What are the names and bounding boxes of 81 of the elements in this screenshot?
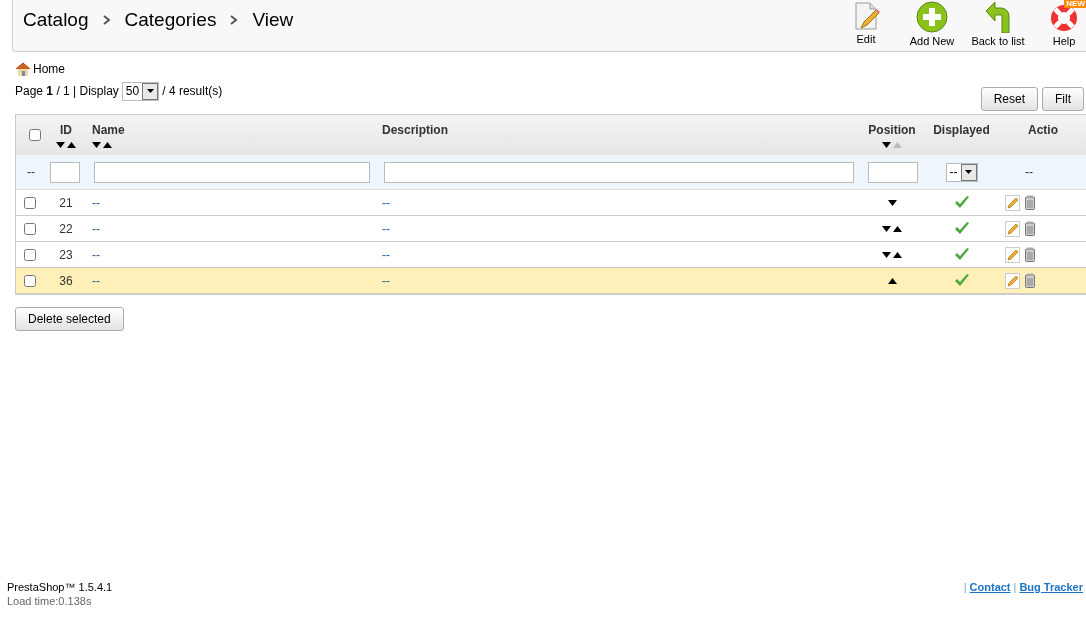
table-cell-text: -- xyxy=(381,221,391,236)
position-filter-field[interactable] xyxy=(868,161,918,183)
chevron-icon xyxy=(102,15,111,25)
trash-icon[interactable] xyxy=(1025,195,1035,210)
filter-cell-text: -- xyxy=(1024,165,1034,179)
breadcrumb-item[interactable]: Categories xyxy=(124,9,217,31)
table-cell-text: -- xyxy=(381,273,391,288)
load-time-text: Load time:0.138s xyxy=(7,595,93,607)
breadcrumb-item: View xyxy=(252,9,294,31)
row-checkbox[interactable] xyxy=(24,222,36,235)
version-text: PrestaShop™ 1.5.4.1 xyxy=(7,581,113,593)
id-filter-field[interactable] xyxy=(50,161,80,183)
table-cell-text: 36 xyxy=(58,273,74,288)
sort-down-icon[interactable] xyxy=(92,141,101,148)
sort-down-icon[interactable] xyxy=(882,141,891,148)
pencil-icon[interactable] xyxy=(1005,246,1020,263)
pagination-text: Page 1 / 1 | Display xyxy=(15,84,119,98)
table-cell-text: 22 xyxy=(58,221,74,236)
per-page-select[interactable]: 50 xyxy=(121,81,160,101)
footer-link[interactable]: Bug Tracker xyxy=(1019,581,1083,593)
column-header: ID xyxy=(60,122,72,137)
table-cell-text: 21 xyxy=(58,195,74,210)
results-count: / 4 result(s) xyxy=(162,84,223,98)
column-header: Name xyxy=(92,122,125,137)
filter-button[interactable]: Filt xyxy=(1042,87,1084,111)
delete-selected-button[interactable]: Delete selected xyxy=(15,307,124,331)
name-filter-field[interactable] xyxy=(94,161,370,183)
move-up-icon[interactable] xyxy=(893,251,902,258)
caret-icon xyxy=(146,89,154,93)
pencil-icon[interactable] xyxy=(1005,272,1020,289)
home-link[interactable]: Home xyxy=(15,62,65,76)
row-checkbox[interactable] xyxy=(24,248,36,261)
move-down-icon[interactable] xyxy=(882,225,891,232)
trash-icon[interactable] xyxy=(1025,247,1035,262)
toolbar-button[interactable]: NEW Help xyxy=(1031,0,1086,47)
toolbar-button[interactable]: Back to list xyxy=(965,0,1031,47)
move-down-icon[interactable] xyxy=(887,199,897,206)
table-cell-text: -- xyxy=(91,195,101,210)
column-header: Displayed xyxy=(933,122,990,137)
sort-up-icon[interactable] xyxy=(103,141,112,148)
table-cell-text: -- xyxy=(381,247,391,262)
toolbar-button[interactable]: Edit xyxy=(833,0,899,47)
move-up-icon[interactable] xyxy=(893,225,902,232)
caret-icon xyxy=(965,170,972,174)
description-filter-field[interactable] xyxy=(384,161,854,183)
displayed-filter-select[interactable]: -- xyxy=(945,162,978,182)
table-row[interactable]: 36 -- -- xyxy=(16,268,1086,294)
breadcrumb-item[interactable]: Catalog xyxy=(23,9,89,31)
new-badge: NEW xyxy=(1064,0,1086,8)
link-separator: | xyxy=(963,581,967,593)
trash-icon[interactable] xyxy=(1025,273,1035,288)
toolbar-button[interactable]: Add New xyxy=(899,0,965,47)
reset-button[interactable]: Reset xyxy=(980,87,1038,111)
table-cell-text: -- xyxy=(381,195,391,210)
select-all-checkbox[interactable] xyxy=(29,129,41,141)
column-header: Description xyxy=(382,122,448,137)
check-icon[interactable] xyxy=(953,222,970,235)
column-header: Actio xyxy=(1028,122,1058,137)
curved-arrow-icon xyxy=(984,1,1012,33)
table-cell-text: 23 xyxy=(58,247,74,262)
house-icon xyxy=(15,62,31,76)
pencil-icon[interactable] xyxy=(1005,194,1020,211)
trash-icon[interactable] xyxy=(1025,221,1035,236)
row-checkbox[interactable] xyxy=(24,196,36,209)
filter-cell-text: -- xyxy=(26,165,36,179)
table-cell-text: -- xyxy=(91,221,101,236)
sort-down-icon[interactable] xyxy=(56,141,65,148)
column-header: Position xyxy=(868,122,916,137)
row-checkbox[interactable] xyxy=(24,274,36,287)
check-icon[interactable] xyxy=(953,196,970,209)
pencil-icon[interactable] xyxy=(1005,220,1020,237)
move-down-icon[interactable] xyxy=(882,251,891,258)
sort-up-icon[interactable] xyxy=(67,141,76,148)
check-icon[interactable] xyxy=(953,248,970,261)
link-separator: | xyxy=(1013,581,1017,593)
footer-link[interactable]: Contact xyxy=(969,581,1011,593)
table-cell-text: -- xyxy=(91,247,101,262)
table-cell-text: -- xyxy=(91,273,101,288)
move-up-icon[interactable] xyxy=(887,277,897,284)
check-icon[interactable] xyxy=(953,274,970,287)
chevron-icon xyxy=(230,15,239,25)
